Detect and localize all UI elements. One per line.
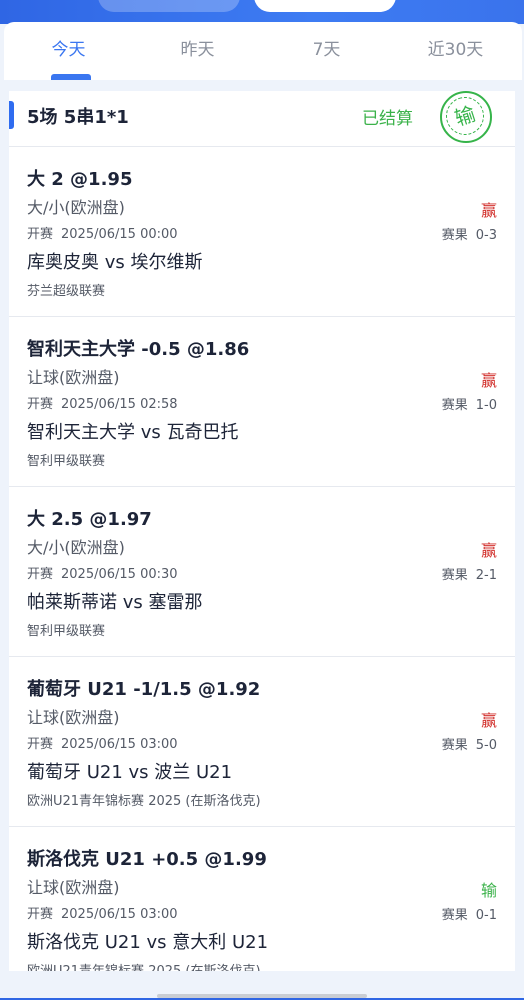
date-tabs: 今天 昨天 7天 近30天 bbox=[4, 22, 522, 80]
bet-market: 让球(欧洲盘) bbox=[27, 708, 120, 727]
parlay-title: 5场 5串1*1 bbox=[27, 107, 129, 128]
score-label: 赛果 bbox=[441, 738, 468, 753]
league-name: 智利甲级联赛 bbox=[27, 624, 106, 639]
kickoff-time: 开赛 2025/06/15 03:00 bbox=[27, 903, 178, 922]
bet-row[interactable]: 大 2.5 @1.97 大/小(欧洲盘) 赢开赛 2025/06/15 00:30 赛果… bbox=[9, 486, 515, 655]
tab-today[interactable]: 今天 bbox=[4, 22, 133, 80]
score-value: 2-1 bbox=[475, 568, 497, 583]
kickoff-label: 开赛 bbox=[27, 397, 54, 412]
bet-result: 输 bbox=[480, 881, 497, 900]
kickoff-value: 2025/06/15 00:30 bbox=[61, 567, 178, 582]
match-teams: 智利天主大学 vs 瓦奇巴托 bbox=[27, 422, 239, 443]
tab-7-days[interactable]: 7天 bbox=[262, 22, 391, 80]
match-teams: 葡萄牙 U21 vs 波兰 U21 bbox=[27, 762, 233, 783]
score-label: 赛果 bbox=[441, 228, 468, 243]
kickoff-label: 开赛 bbox=[27, 907, 54, 922]
stamp-text: 输 bbox=[441, 92, 489, 140]
bet-market: 让球(欧洲盘) bbox=[27, 368, 120, 387]
final-score: 赛果 0-3 bbox=[442, 224, 497, 243]
tab-30-days[interactable]: 近30天 bbox=[391, 22, 520, 80]
kickoff-time: 开赛 2025/06/15 03:00 bbox=[27, 733, 178, 752]
top-banner bbox=[0, 0, 524, 24]
kickoff-value: 2025/06/15 03:00 bbox=[61, 907, 178, 922]
kickoff-time: 开赛 2025/06/15 02:58 bbox=[27, 393, 178, 412]
bet-selection: 智利天主大学 -0.5 @1.86 bbox=[27, 339, 250, 360]
kickoff-label: 开赛 bbox=[27, 227, 54, 242]
bet-selection: 大 2 @1.95 bbox=[27, 169, 133, 190]
bet-slip-card[interactable]: 5场 5串1*1 已结算 输 大 2 @1.95 大/小(欧洲盘) 赢开赛 2025/… bbox=[9, 91, 515, 971]
bet-row[interactable]: 斯洛伐克 U21 +0.5 @1.99 让球(欧洲盘) 输开赛 2025/06/15 … bbox=[9, 826, 515, 971]
kickoff-time: 开赛 2025/06/15 00:30 bbox=[27, 563, 178, 582]
league-name: 欧洲U21青年锦标赛 2025 (在斯洛伐克) bbox=[27, 794, 261, 809]
bet-row[interactable]: 大 2 @1.95 大/小(欧洲盘) 赢开赛 2025/06/15 00:00 赛果 0-… bbox=[9, 146, 515, 315]
score-value: 1-0 bbox=[475, 398, 497, 413]
bet-selection: 大 2.5 @1.97 bbox=[27, 509, 152, 530]
bet-slip-header: 5场 5串1*1 已结算 输 bbox=[9, 91, 515, 146]
score-value: 0-3 bbox=[475, 228, 497, 243]
kickoff-value: 2025/06/15 03:00 bbox=[61, 737, 178, 752]
bet-market: 让球(欧洲盘) bbox=[27, 878, 120, 897]
score-label: 赛果 bbox=[441, 398, 468, 413]
kickoff-label: 开赛 bbox=[27, 567, 54, 582]
header-accent-bar bbox=[9, 101, 14, 129]
bet-result: 赢 bbox=[480, 201, 497, 220]
top-toggle-right[interactable] bbox=[254, 0, 396, 12]
lose-stamp-icon: 输 bbox=[440, 91, 492, 143]
bet-result: 赢 bbox=[480, 541, 497, 560]
score-value: 5-0 bbox=[475, 738, 497, 753]
kickoff-label: 开赛 bbox=[27, 737, 54, 752]
final-score: 赛果 5-0 bbox=[442, 734, 497, 753]
score-label: 赛果 bbox=[441, 568, 468, 583]
final-score: 赛果 2-1 bbox=[442, 564, 497, 583]
bet-selection: 葡萄牙 U21 -1/1.5 @1.92 bbox=[27, 679, 261, 700]
kickoff-value: 2025/06/15 02:58 bbox=[61, 397, 178, 412]
league-name: 芬兰超级联赛 bbox=[27, 284, 106, 299]
score-value: 0-1 bbox=[475, 908, 497, 923]
bet-result: 赢 bbox=[480, 711, 497, 730]
final-score: 赛果 1-0 bbox=[442, 394, 497, 413]
bet-result: 赢 bbox=[480, 371, 497, 390]
match-teams: 帕莱斯蒂诺 vs 塞雷那 bbox=[27, 592, 203, 613]
match-teams: 斯洛伐克 U21 vs 意大利 U21 bbox=[27, 932, 269, 953]
league-name: 智利甲级联赛 bbox=[27, 454, 106, 469]
bet-market: 大/小(欧洲盘) bbox=[27, 198, 125, 217]
final-score: 赛果 0-1 bbox=[442, 904, 497, 923]
league-name: 欧洲U21青年锦标赛 2025 (在斯洛伐克) bbox=[27, 960, 261, 971]
settled-status: 已结算 bbox=[362, 109, 413, 129]
top-toggle-left[interactable] bbox=[98, 0, 240, 12]
bet-row[interactable]: 葡萄牙 U21 -1/1.5 @1.92 让球(欧洲盘) 赢开赛 2025/06/15… bbox=[9, 656, 515, 825]
score-label: 赛果 bbox=[441, 908, 468, 923]
kickoff-time: 开赛 2025/06/15 00:00 bbox=[27, 223, 178, 242]
kickoff-value: 2025/06/15 00:00 bbox=[61, 227, 178, 242]
match-teams: 库奥皮奥 vs 埃尔维斯 bbox=[27, 252, 203, 273]
bet-row[interactable]: 智利天主大学 -0.5 @1.86 让球(欧洲盘) 赢开赛 2025/06/15 02… bbox=[9, 316, 515, 485]
active-tab-indicator bbox=[51, 74, 91, 80]
bet-selection: 斯洛伐克 U21 +0.5 @1.99 bbox=[27, 849, 267, 870]
bet-market: 大/小(欧洲盘) bbox=[27, 538, 125, 557]
tab-yesterday[interactable]: 昨天 bbox=[133, 22, 262, 80]
